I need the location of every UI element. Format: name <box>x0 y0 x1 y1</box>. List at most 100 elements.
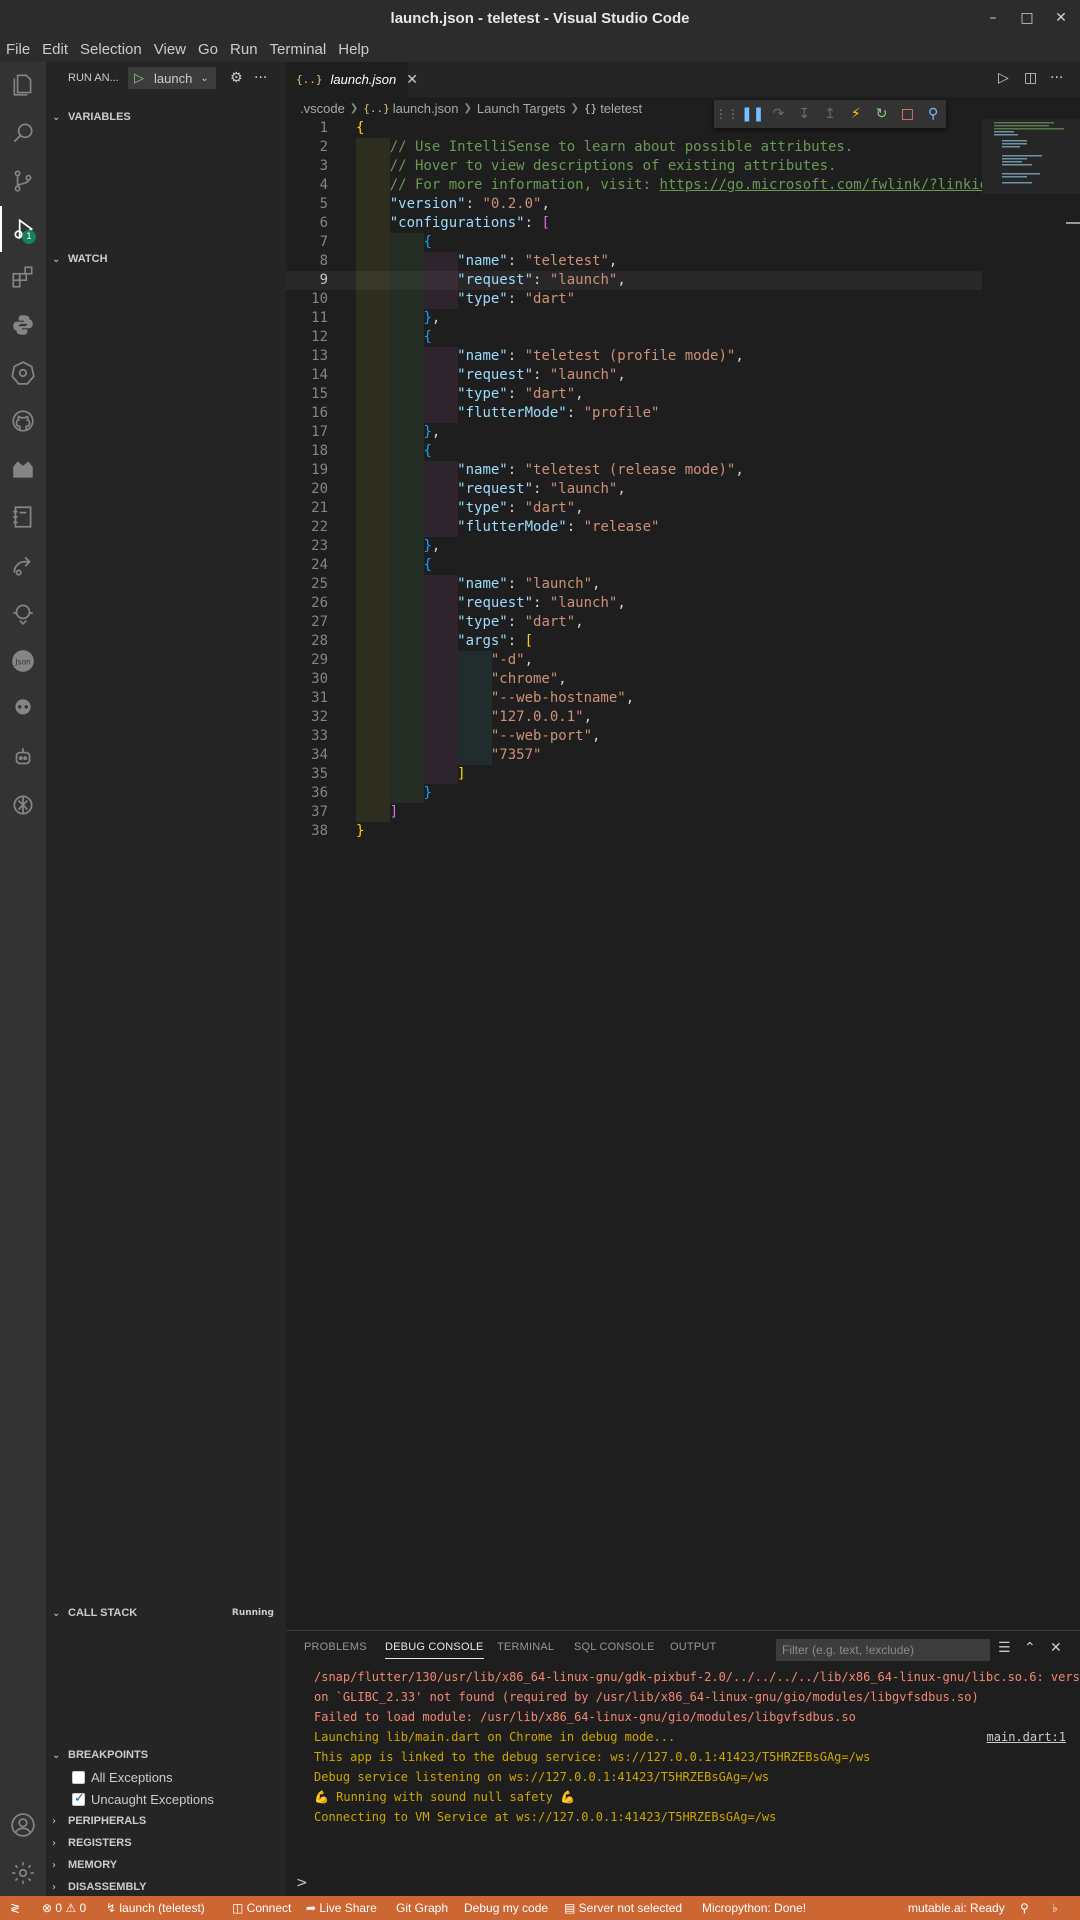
code-line[interactable]: 38} <box>286 822 982 841</box>
code-line[interactable]: 35 ] <box>286 765 982 784</box>
code-line[interactable]: 12 { <box>286 328 982 347</box>
registers-section-header[interactable]: › REGISTERS <box>46 1832 286 1854</box>
code-line[interactable]: 27 "type": "dart", <box>286 613 982 632</box>
more-actions-icon[interactable]: ··· <box>254 70 267 86</box>
search-icon[interactable] <box>0 110 46 156</box>
problems-count[interactable]: ⊗ 0 ⚠ 0 <box>42 1896 86 1920</box>
code-line[interactable]: 25 "name": "launch", <box>286 575 982 594</box>
code-line[interactable]: 19 "name": "teletest (release mode)", <box>286 461 982 480</box>
code-line[interactable]: 1{ <box>286 119 982 138</box>
menu-terminal[interactable]: Terminal <box>270 41 327 58</box>
python-icon[interactable] <box>0 302 46 348</box>
console-source-link[interactable]: main.dart:1 <box>987 1727 1066 1747</box>
menu-selection[interactable]: Selection <box>80 41 142 58</box>
chevron-down-icon[interactable]: ⌄ <box>200 73 208 84</box>
close-panel-icon[interactable]: ✕ <box>1050 1640 1062 1656</box>
split-editor-icon[interactable]: ◫ <box>1024 70 1037 86</box>
close-tab-icon[interactable]: ✕ <box>406 72 418 88</box>
code-line[interactable]: 17 }, <box>286 423 982 442</box>
console-filter-input[interactable] <box>776 1639 990 1661</box>
code-line[interactable]: 9 "request": "launch", <box>286 271 982 290</box>
call-stack-section-header[interactable]: ⌄ CALL STACK Running <box>46 1602 286 1624</box>
code-line[interactable]: 4 // For more information, visit: https:… <box>286 176 1047 195</box>
kubernetes-icon[interactable] <box>0 350 46 396</box>
account-icon[interactable] <box>0 1802 46 1848</box>
maximize-icon[interactable]: □ <box>1010 0 1044 37</box>
code-line[interactable]: 33 "--web-port", <box>286 727 982 746</box>
uncaught-exceptions-checkbox[interactable] <box>72 1791 85 1806</box>
code-line[interactable]: 18 { <box>286 442 982 461</box>
live-share-icon[interactable] <box>0 542 46 588</box>
code-line[interactable]: 36 } <box>286 784 982 803</box>
minimap[interactable] <box>982 119 1080 259</box>
minimize-icon[interactable]: – <box>976 0 1010 37</box>
all-exceptions-checkbox[interactable] <box>72 1770 85 1784</box>
notebook-icon[interactable] <box>0 494 46 540</box>
breadcrumb-file[interactable]: launch.json <box>393 101 459 116</box>
server-status[interactable]: ▤ Server not selected <box>564 1896 682 1920</box>
connect-status[interactable]: ◫ Connect <box>232 1896 291 1920</box>
menu-run[interactable]: Run <box>230 41 258 58</box>
code-line[interactable]: 30 "chrome", <box>286 670 982 689</box>
bell-icon[interactable]: ♭ <box>1052 1896 1058 1920</box>
extensions-icon[interactable] <box>0 254 46 300</box>
run-icon[interactable]: ▷ <box>998 70 1009 86</box>
gear-icon[interactable] <box>0 1850 46 1896</box>
tab-debug-console[interactable]: DEBUG CONSOLE <box>385 1641 484 1659</box>
menu-help[interactable]: Help <box>338 41 369 58</box>
code-line[interactable]: 31 "--web-hostname", <box>286 689 982 708</box>
json-icon[interactable]: Json <box>0 638 46 684</box>
tab-sql-console[interactable]: SQL CONSOLE <box>574 1641 655 1653</box>
console-prompt[interactable]: > <box>296 1875 308 1891</box>
code-line[interactable]: 24 { <box>286 556 982 575</box>
code-line[interactable]: 20 "request": "launch", <box>286 480 982 499</box>
code-editor[interactable]: 1{2 // Use IntelliSense to learn about p… <box>286 119 1047 919</box>
tab-output[interactable]: OUTPUT <box>670 1641 716 1653</box>
more-actions-icon[interactable]: ··· <box>1050 70 1063 86</box>
code-line[interactable]: 37 ] <box>286 803 982 822</box>
menu-edit[interactable]: Edit <box>42 41 68 58</box>
gear-icon[interactable]: ⚙ <box>230 70 243 86</box>
breakpoint-all-exceptions[interactable]: All Exceptions <box>72 1766 173 1788</box>
live-share-status[interactable]: ➦ Live Share <box>306 1896 377 1920</box>
explorer-icon[interactable] <box>0 62 46 108</box>
scrollbar-thumb[interactable] <box>1066 222 1080 224</box>
menu-go[interactable]: Go <box>198 41 218 58</box>
code-line[interactable]: 8 "name": "teletest", <box>286 252 982 271</box>
feedback-icon[interactable]: ⚲ <box>1020 1896 1029 1920</box>
memory-section-header[interactable]: › MEMORY <box>46 1854 286 1876</box>
code-line[interactable]: 21 "type": "dart", <box>286 499 982 518</box>
remote-explorer-icon[interactable] <box>0 446 46 492</box>
code-line[interactable]: 6 "configurations": [ <box>286 214 982 233</box>
run-debug-icon[interactable]: 1 <box>0 206 46 252</box>
tab-problems[interactable]: PROBLEMS <box>304 1641 367 1653</box>
start-debugging-icon[interactable]: ▷ <box>134 71 144 86</box>
code-line[interactable]: 14 "request": "launch", <box>286 366 982 385</box>
breadcrumb-object[interactable]: teletest <box>600 101 642 116</box>
disassembly-section-header[interactable]: › DISASSEMBLY <box>46 1876 286 1898</box>
source-control-icon[interactable] <box>0 158 46 204</box>
debug-target[interactable]: ↯ launch (teletest) <box>106 1896 205 1920</box>
micropython-status[interactable]: Micropython: Done! <box>702 1896 806 1920</box>
code-line[interactable]: 22 "flutterMode": "release" <box>286 518 982 537</box>
alien-icon[interactable] <box>0 686 46 732</box>
maximize-panel-icon[interactable]: ⌃ <box>1024 1640 1036 1656</box>
code-line[interactable]: 23 }, <box>286 537 982 556</box>
code-line[interactable]: 15 "type": "dart", <box>286 385 982 404</box>
code-line[interactable]: 28 "args": [ <box>286 632 982 651</box>
breakpoint-uncaught-exceptions[interactable]: Uncaught Exceptions <box>72 1788 214 1810</box>
code-line[interactable]: 3 // Hover to view descriptions of exist… <box>286 157 982 176</box>
robot-icon[interactable] <box>0 734 46 780</box>
git-graph-status[interactable]: Git Graph <box>396 1896 448 1920</box>
word-wrap-icon[interactable]: ☰ <box>998 1640 1011 1656</box>
close-window-icon[interactable]: ✕ <box>1044 0 1078 37</box>
openai-icon[interactable] <box>0 782 46 828</box>
code-line[interactable]: 26 "request": "launch", <box>286 594 982 613</box>
code-line[interactable]: 32 "127.0.0.1", <box>286 708 982 727</box>
tab-terminal[interactable]: TERMINAL <box>497 1641 554 1653</box>
watch-section-header[interactable]: ⌄ WATCH <box>46 248 286 270</box>
menu-file[interactable]: File <box>6 41 30 58</box>
copilot-icon[interactable] <box>0 590 46 636</box>
code-line[interactable]: 10 "type": "dart" <box>286 290 982 309</box>
code-line[interactable]: 13 "name": "teletest (profile mode)", <box>286 347 982 366</box>
